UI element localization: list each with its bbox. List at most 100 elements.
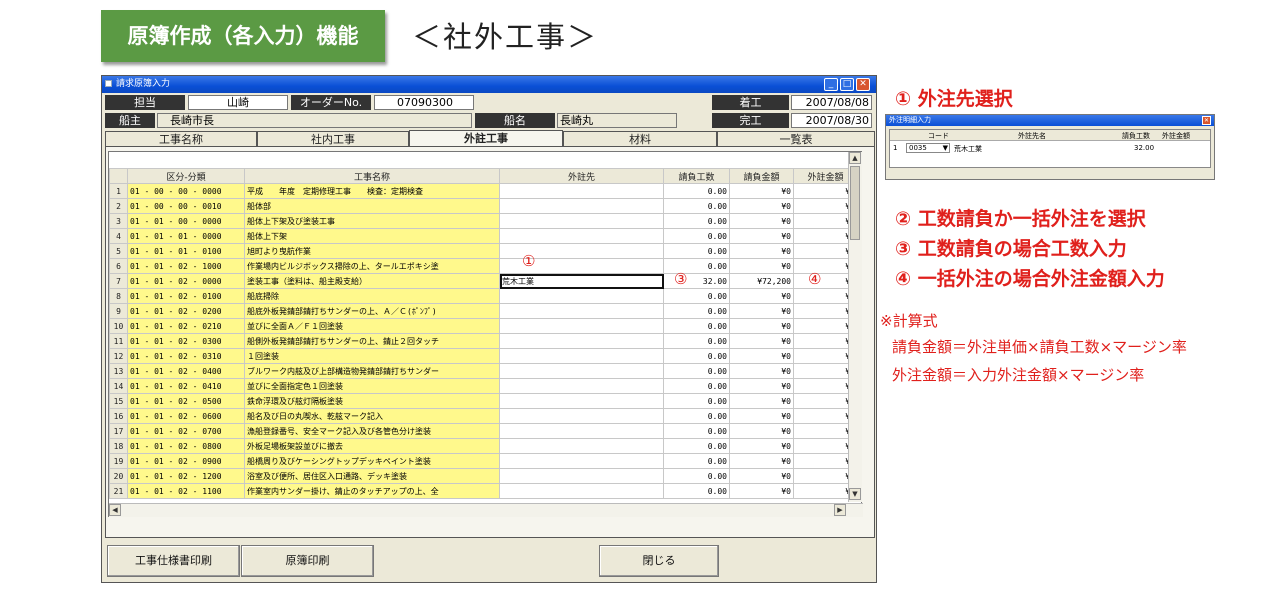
table-row[interactable]: 1501 - 01 - 02 - 0500鉄命浮環及び舷灯隔板塗装0.00¥0¥… — [109, 393, 858, 409]
ship-name-field[interactable]: 長崎丸 — [557, 113, 677, 128]
ukeoi-kosu-cell[interactable]: 0.00 — [663, 408, 730, 424]
spec-print-button[interactable]: 工事仕様書印刷 — [107, 545, 240, 577]
kubun-cell[interactable]: 01 - 01 - 02 - 1000 — [127, 258, 245, 274]
col-koji-meisho[interactable]: 工事名称 — [244, 168, 500, 184]
koji-name-cell[interactable]: １回塗装 — [244, 348, 500, 364]
ukeoi-kosu-cell[interactable]: 0.00 — [663, 183, 730, 199]
kubun-cell[interactable]: 01 - 01 - 02 - 0000 — [127, 273, 245, 289]
gaichusaki-cell[interactable] — [499, 228, 664, 244]
gaichusaki-cell[interactable] — [499, 408, 664, 424]
gaichusaki-cell[interactable] — [499, 183, 664, 199]
koji-name-cell[interactable]: 船名及び日の丸喫水、乾舷マーク記入 — [244, 408, 500, 424]
gaichusaki-cell[interactable] — [499, 468, 664, 484]
gaichusaki-cell[interactable] — [499, 198, 664, 214]
ukeoi-kingaku-cell[interactable]: ¥0 — [729, 438, 794, 454]
koji-name-cell[interactable]: ブルワーク内舷及び上部構造物発錆部錆打ちサンダー — [244, 363, 500, 379]
ukeoi-kosu-cell[interactable]: 0.00 — [663, 468, 730, 484]
table-row[interactable]: 1401 - 01 - 02 - 0410並びに全面指定色１回塗装0.00¥0¥… — [109, 378, 858, 394]
koji-name-cell[interactable]: 旭町より曳航作業 — [244, 243, 500, 259]
ukeoi-kosu-cell[interactable]: 0.00 — [663, 303, 730, 319]
koji-name-cell[interactable]: 船側外板発錆部錆打ちサンダーの上、錆止２回タッチ — [244, 333, 500, 349]
close-button[interactable]: 閉じる — [599, 545, 719, 577]
koji-name-cell[interactable]: 浴室及び便所、居住区入口通路、デッキ塗装 — [244, 468, 500, 484]
koji-name-cell[interactable]: 外板足場板架設並びに撤去 — [244, 438, 500, 454]
ukeoi-kosu-cell[interactable]: 0.00 — [663, 348, 730, 364]
scroll-right-icon[interactable]: ▶ — [834, 504, 846, 516]
koji-name-cell[interactable]: 船底掃除 — [244, 288, 500, 304]
gaichusaki-cell[interactable] — [499, 483, 664, 499]
tab-shanai-koji[interactable]: 社内工事 — [257, 131, 409, 147]
scroll-up-icon[interactable]: ▲ — [849, 152, 861, 164]
ukeoi-kosu-cell[interactable]: 0.00 — [663, 213, 730, 229]
kubun-cell[interactable]: 01 - 01 - 02 - 0310 — [127, 348, 245, 364]
ukeoi-kingaku-cell[interactable]: ¥0 — [729, 288, 794, 304]
koji-name-cell[interactable]: 漁船登録番号、安全マーク記入及び各管色分け塗装 — [244, 423, 500, 439]
ukeoi-kosu-cell[interactable]: 0.00 — [663, 453, 730, 469]
horizontal-scrollbar[interactable]: ◀ ▶ — [109, 503, 863, 517]
scroll-left-icon[interactable]: ◀ — [109, 504, 121, 516]
scroll-down-icon[interactable]: ▼ — [849, 488, 861, 500]
gaichusaki-cell[interactable] — [499, 393, 664, 409]
kubun-cell[interactable]: 01 - 01 - 01 - 0100 — [127, 243, 245, 259]
table-row[interactable]: 1201 - 01 - 02 - 0310１回塗装0.00¥0¥0 — [109, 348, 858, 364]
kubun-cell[interactable]: 01 - 01 - 02 - 0100 — [127, 288, 245, 304]
kubun-cell[interactable]: 01 - 01 - 02 - 1100 — [127, 483, 245, 499]
table-row[interactable]: 401 - 01 - 01 - 0000船体上下架0.00¥0¥0 — [109, 228, 858, 244]
gaichusaki-cell[interactable] — [499, 378, 664, 394]
order-number-field[interactable]: 07090300 — [374, 95, 474, 110]
table-row[interactable]: 19 01 - 01 - 02 - 0900 船橋周り及びケーシングトップデッキペイ… — [109, 453, 858, 469]
close-window-button[interactable]: ✕ — [856, 78, 870, 91]
kubun-cell[interactable]: 01 - 01 - 02 - 1200 — [127, 468, 245, 484]
ledger-print-button[interactable]: 原簿印刷 — [241, 545, 374, 577]
gaichusaki-cell[interactable] — [499, 213, 664, 229]
kubun-cell[interactable]: 01 - 01 - 02 - 0600 — [127, 408, 245, 424]
gaichusaki-cell[interactable] — [499, 363, 664, 379]
gaichusaki-cell[interactable] — [499, 303, 664, 319]
ukeoi-kingaku-cell[interactable]: ¥0 — [729, 363, 794, 379]
koji-name-cell[interactable]: 作業室内サンダー掛け、錆止のタッチアップの上、全 — [244, 483, 500, 499]
koji-name-cell[interactable]: 並びに全面指定色１回塗装 — [244, 378, 500, 394]
ukeoi-kosu-cell[interactable]: 0.00 — [663, 333, 730, 349]
gaichusaki-cell[interactable] — [499, 438, 664, 454]
table-row[interactable]: 6 01 - 01 - 02 - 1000 作業場内ビルジボックス掃除の上、タールエ… — [109, 258, 858, 274]
col-ukeoi-kingaku[interactable]: 請負金額 — [729, 168, 794, 184]
ukeoi-kingaku-cell[interactable]: ¥0 — [729, 483, 794, 499]
tab-ichiranhyo[interactable]: 一覧表 — [717, 131, 875, 147]
mini-kosu-value[interactable]: 32.00 — [1134, 144, 1154, 152]
koji-name-cell[interactable]: 並びに全面Ａ／Ｆ１回塗装 — [244, 318, 500, 334]
dropdown-icon[interactable]: ▼ — [943, 144, 948, 153]
kubun-cell[interactable]: 01 - 01 - 02 - 0300 — [127, 333, 245, 349]
table-row[interactable]: 801 - 01 - 02 - 0100船底掃除0.00¥0¥0 — [109, 288, 858, 304]
koji-name-cell[interactable]: 鉄命浮環及び舷灯隔板塗装 — [244, 393, 500, 409]
ukeoi-kingaku-cell[interactable]: ¥0 — [729, 408, 794, 424]
kubun-cell[interactable]: 01 - 01 - 02 - 0400 — [127, 363, 245, 379]
ukeoi-kosu-cell[interactable]: 0.00 — [663, 198, 730, 214]
table-row[interactable]: 501 - 01 - 01 - 0100旭町より曳航作業0.00¥0¥0 — [109, 243, 858, 259]
koji-name-cell[interactable]: 平成 年度 定期修理工事 検査：定期検査 — [244, 183, 500, 199]
scroll-thumb[interactable] — [850, 166, 860, 240]
ukeoi-kosu-cell[interactable]: 0.00 — [663, 228, 730, 244]
kubun-cell[interactable]: 01 - 01 - 02 - 0410 — [127, 378, 245, 394]
ukeoi-kingaku-cell[interactable]: ¥0 — [729, 318, 794, 334]
table-row[interactable]: 1 01 - 00 - 00 - 0000 平成 年度 定期修理工事 検査：定期検査… — [109, 183, 858, 199]
koji-name-cell[interactable]: 船体上下架 — [244, 228, 500, 244]
gaichusaki-cell[interactable] — [499, 318, 664, 334]
maximize-button[interactable]: □ — [840, 78, 854, 91]
kubun-cell[interactable]: 01 - 01 - 02 - 0800 — [127, 438, 245, 454]
table-row[interactable]: 1801 - 01 - 02 - 0800外板足場板架設並びに撤去0.00¥0¥… — [109, 438, 858, 454]
ukeoi-kingaku-cell[interactable]: ¥72,200 — [729, 273, 794, 289]
table-row[interactable]: 1001 - 01 - 02 - 0210並びに全面Ａ／Ｆ１回塗装0.00¥0¥… — [109, 318, 858, 334]
vertical-scrollbar[interactable]: ▲ ▼ — [848, 152, 862, 502]
kubun-cell[interactable]: 01 - 01 - 02 - 0900 — [127, 453, 245, 469]
tanto-field[interactable]: 山崎 — [188, 95, 288, 110]
window-titlebar[interactable]: 請求原簿入力 — [102, 76, 876, 93]
ukeoi-kingaku-cell[interactable]: ¥0 — [729, 453, 794, 469]
table-row[interactable]: 17 01 - 01 - 02 - 0700 漁船登録番号、安全マーク記入及び各管色… — [109, 423, 858, 439]
table-row[interactable]: 11 01 - 01 - 02 - 0300 船側外板発錆部錆打ちサンダーの上、錆止… — [109, 333, 858, 349]
tab-koji-meisho[interactable]: 工事名称 — [105, 131, 257, 147]
ukeoi-kosu-cell[interactable]: 0.00 — [663, 393, 730, 409]
mini-dialog-title[interactable]: 外注明細入力 — [886, 115, 1214, 126]
ukeoi-kingaku-cell[interactable]: ¥0 — [729, 183, 794, 199]
mini-code-select[interactable]: 0035 ▼ — [906, 143, 950, 153]
gaichusaki-cell[interactable] — [499, 333, 664, 349]
